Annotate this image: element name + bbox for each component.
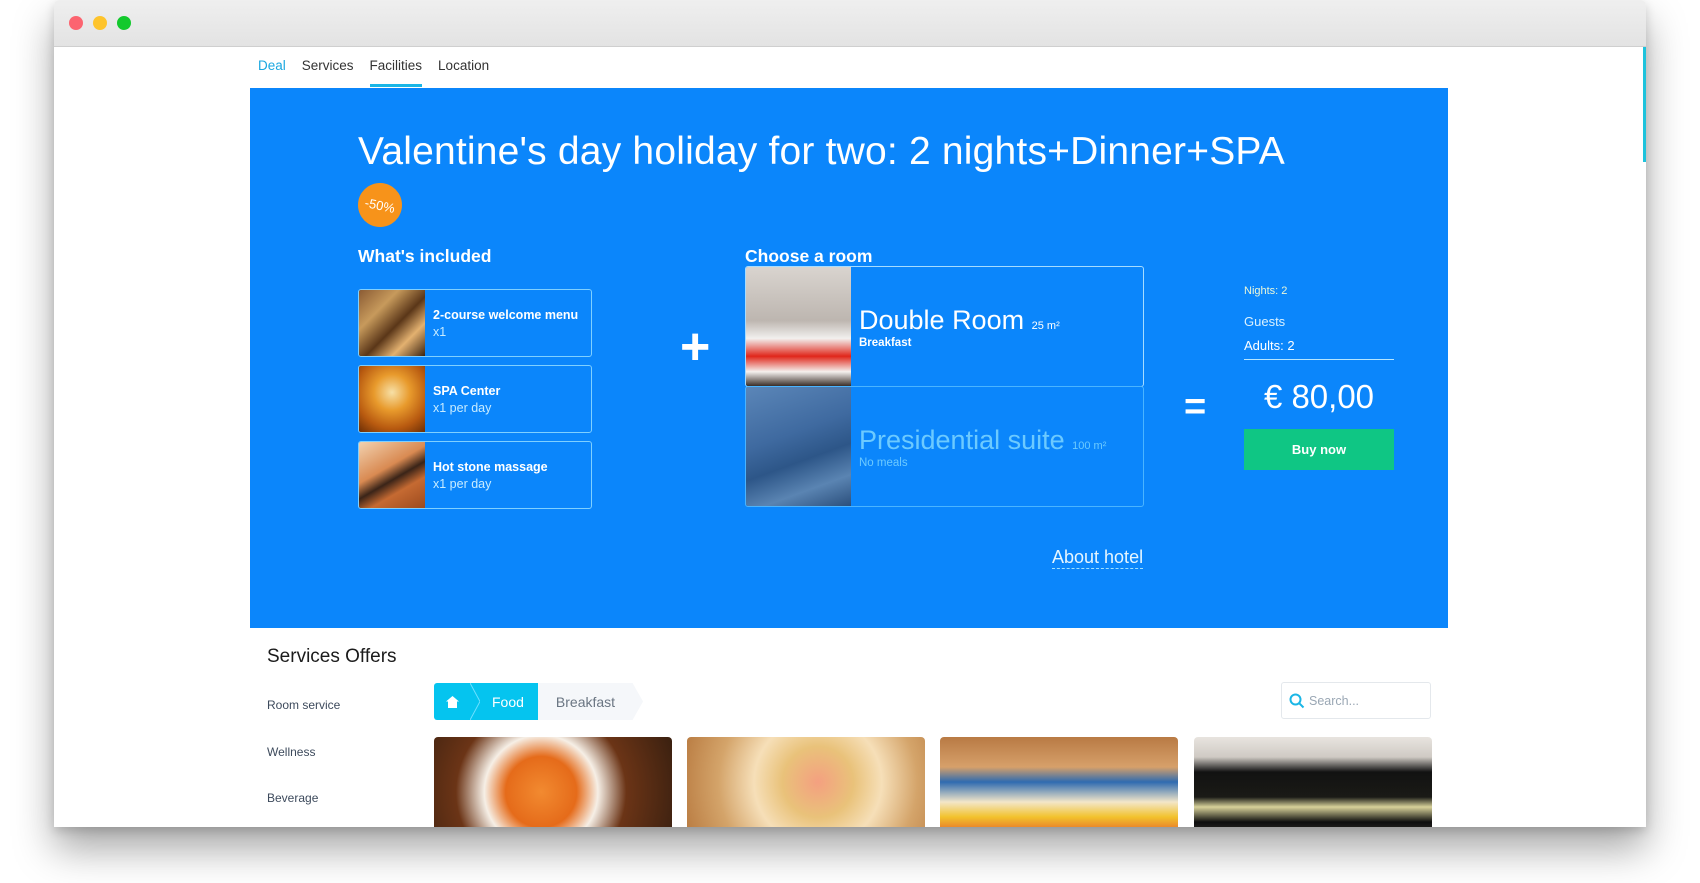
room-meal: No meals	[859, 457, 908, 469]
nav-tab-deal[interactable]: Deal	[258, 58, 286, 88]
sidebar-item-room-service[interactable]: Room service	[267, 698, 340, 712]
minimize-window-button[interactable]	[93, 16, 107, 30]
deal-title: Valentine's day holiday for two: 2 night…	[358, 130, 1285, 173]
search-box	[1281, 682, 1431, 719]
adults-selector[interactable]: Adults: 2	[1244, 338, 1394, 360]
breadcrumb-breakfast[interactable]: Breakfast	[537, 683, 644, 720]
browser-window: Deal Services Facilities Location Valent…	[54, 0, 1646, 827]
included-item: SPA Center x1 per day	[358, 365, 592, 433]
search-input[interactable]	[1309, 693, 1419, 708]
sidebar-item-wellness[interactable]: Wellness	[267, 745, 315, 759]
discount-badge: -50%	[353, 178, 407, 232]
guests-label: Guests	[1244, 314, 1286, 329]
scrollbar[interactable]	[1643, 47, 1646, 162]
plus-icon: +	[680, 318, 711, 376]
presidential-suite-image	[746, 387, 851, 506]
home-icon	[445, 695, 459, 708]
spa-room-image	[359, 366, 425, 432]
room-meal: Breakfast	[859, 337, 912, 349]
included-item: Hot stone massage x1 per day	[358, 441, 592, 509]
massage-image	[359, 442, 425, 508]
included-item-name: Hot stone massage	[433, 460, 548, 474]
equals-icon: =	[1184, 386, 1207, 428]
about-hotel-link[interactable]: About hotel	[1052, 547, 1144, 569]
double-room-image	[746, 267, 851, 386]
room-name: Double Room 25 m²	[859, 305, 1060, 335]
included-item-qty: x1 per day	[433, 401, 492, 415]
services-offers-title: Services Offers	[267, 646, 397, 667]
included-item-name: 2-course welcome menu	[433, 308, 579, 322]
buy-now-button[interactable]: Buy now	[1244, 429, 1394, 470]
breadcrumb-breakfast-label: Breakfast	[555, 693, 616, 710]
deal-hero: Valentine's day holiday for two: 2 night…	[250, 88, 1448, 628]
breadcrumb-separator	[470, 683, 480, 720]
search-icon	[1289, 693, 1305, 708]
breadcrumb-home[interactable]	[434, 683, 470, 720]
maximize-window-button[interactable]	[117, 16, 131, 30]
nights-count: Nights: 2	[1244, 285, 1288, 297]
included-item-qty: x1	[433, 325, 447, 339]
included-item-qty: x1 per day	[433, 477, 492, 491]
service-card-tea[interactable]	[1194, 737, 1432, 827]
room-name: Presidential suite 100 m²	[859, 425, 1107, 455]
nav-tab-facilities[interactable]: Facilities	[369, 58, 422, 88]
service-card-breakfast-plate[interactable]	[687, 737, 925, 827]
service-card-egg-dish[interactable]	[940, 737, 1178, 827]
breadcrumb: Food Breakfast	[434, 683, 644, 720]
total-price: € 80,00	[1263, 378, 1375, 415]
title-bar	[54, 0, 1646, 47]
room-option-presidential[interactable]: Presidential suite 100 m² No meals	[745, 386, 1144, 507]
included-item: 2-course welcome menu x1	[358, 289, 592, 357]
page-nav: Deal Services Facilities Location	[258, 58, 505, 88]
nav-tab-services[interactable]: Services	[302, 58, 354, 88]
sidebar-item-beverage[interactable]: Beverage	[267, 791, 318, 805]
room-option-double[interactable]: Double Room 25 m² Breakfast	[745, 266, 1144, 387]
included-item-name: SPA Center	[433, 384, 501, 398]
breadcrumb-food-label: Food	[492, 693, 524, 710]
close-window-button[interactable]	[69, 16, 83, 30]
included-heading: What's included	[358, 246, 492, 266]
restaurant-table-image	[359, 290, 425, 356]
rooms-heading: Choose a room	[745, 246, 873, 266]
service-card-fried-food[interactable]	[434, 737, 672, 827]
nav-tab-location[interactable]: Location	[438, 58, 489, 88]
